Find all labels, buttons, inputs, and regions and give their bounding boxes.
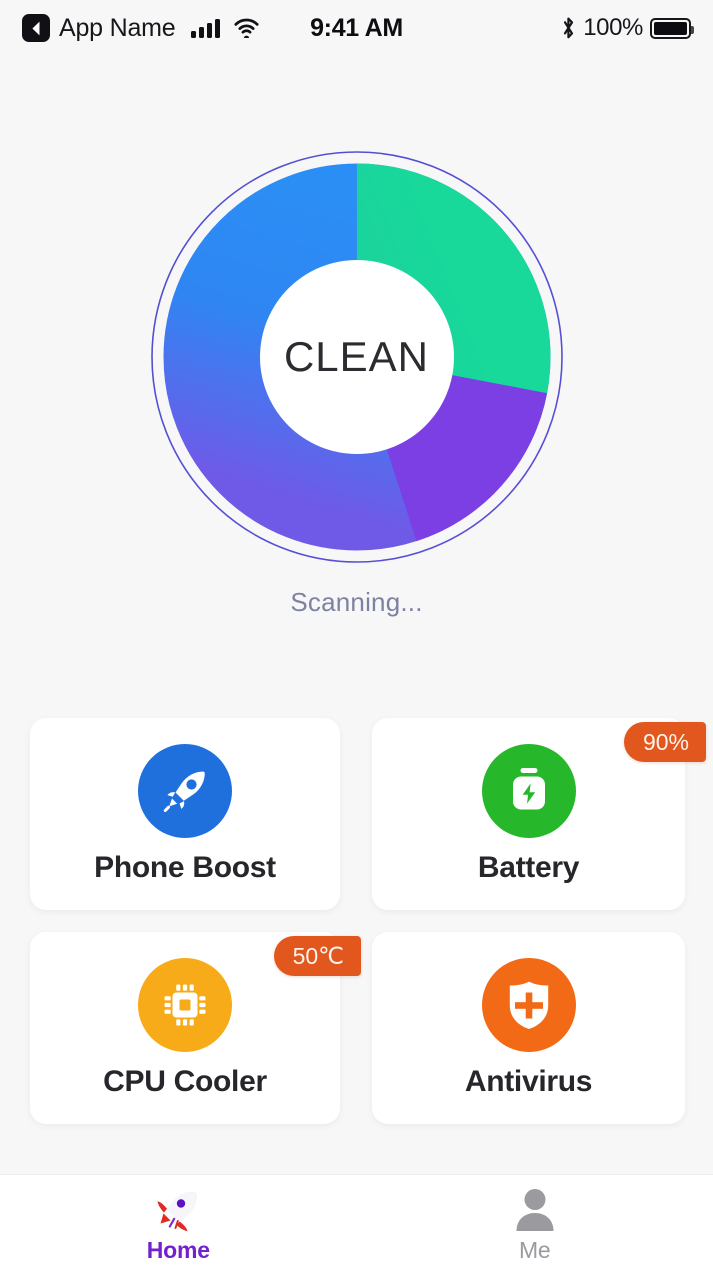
rocket-icon: [138, 743, 232, 838]
battery-badge: 90%: [623, 722, 706, 762]
feature-card-phone-boost[interactable]: Phone Boost: [30, 718, 340, 910]
feature-card-cpu-cooler[interactable]: 50℃ CPU Cooler: [30, 932, 361, 1124]
battery-percent-label: 100%: [583, 14, 643, 41]
scan-status-label: Scanning...: [290, 587, 423, 617]
wifi-icon: [233, 18, 259, 38]
feature-label: Antivirus: [464, 1064, 593, 1098]
nav-tab-label: Home: [146, 1236, 210, 1263]
back-button[interactable]: [22, 14, 50, 42]
status-bar-left: App Name: [22, 14, 259, 43]
rocket-icon: [153, 1185, 203, 1235]
app-name-label: App Name: [59, 13, 176, 42]
feature-label: CPU Cooler: [103, 1064, 267, 1098]
bluetooth-icon: [564, 17, 574, 39]
scan-donut[interactable]: CLEAN: [145, 145, 569, 569]
nav-tab-label: Me: [518, 1236, 551, 1263]
battery-full-icon: [650, 17, 694, 39]
scan-state-label: CLEAN: [283, 333, 430, 380]
bottom-navigation-bar: Home Me: [0, 1174, 713, 1273]
back-chevron-icon: [31, 21, 39, 35]
shield-icon: [481, 957, 576, 1052]
person-icon: [511, 1185, 559, 1235]
status-bar: App Name 9:41 AM 100%: [0, 0, 713, 56]
feature-label: Battery: [477, 850, 580, 884]
feature-label: Phone Boost: [94, 850, 276, 884]
feature-card-antivirus[interactable]: Antivirus: [372, 932, 685, 1124]
nav-tab-me[interactable]: Me: [357, 1175, 713, 1273]
feature-card-battery[interactable]: 90% Battery: [372, 718, 706, 910]
clock-label: 9:41 AM: [310, 13, 403, 42]
cpu-chip-icon: [138, 957, 232, 1052]
cpu-temperature-badge: 50℃: [273, 936, 361, 976]
feature-card-grid: Phone Boost 90% Battery 50℃ CPU Cooler A…: [30, 718, 706, 1124]
scan-section: CLEAN Scanning...: [0, 145, 713, 618]
cellular-signal-icon: [190, 18, 220, 38]
status-bar-right: 100%: [561, 14, 694, 42]
battery-charging-icon: [481, 743, 576, 838]
nav-tab-home[interactable]: Home: [0, 1175, 357, 1273]
